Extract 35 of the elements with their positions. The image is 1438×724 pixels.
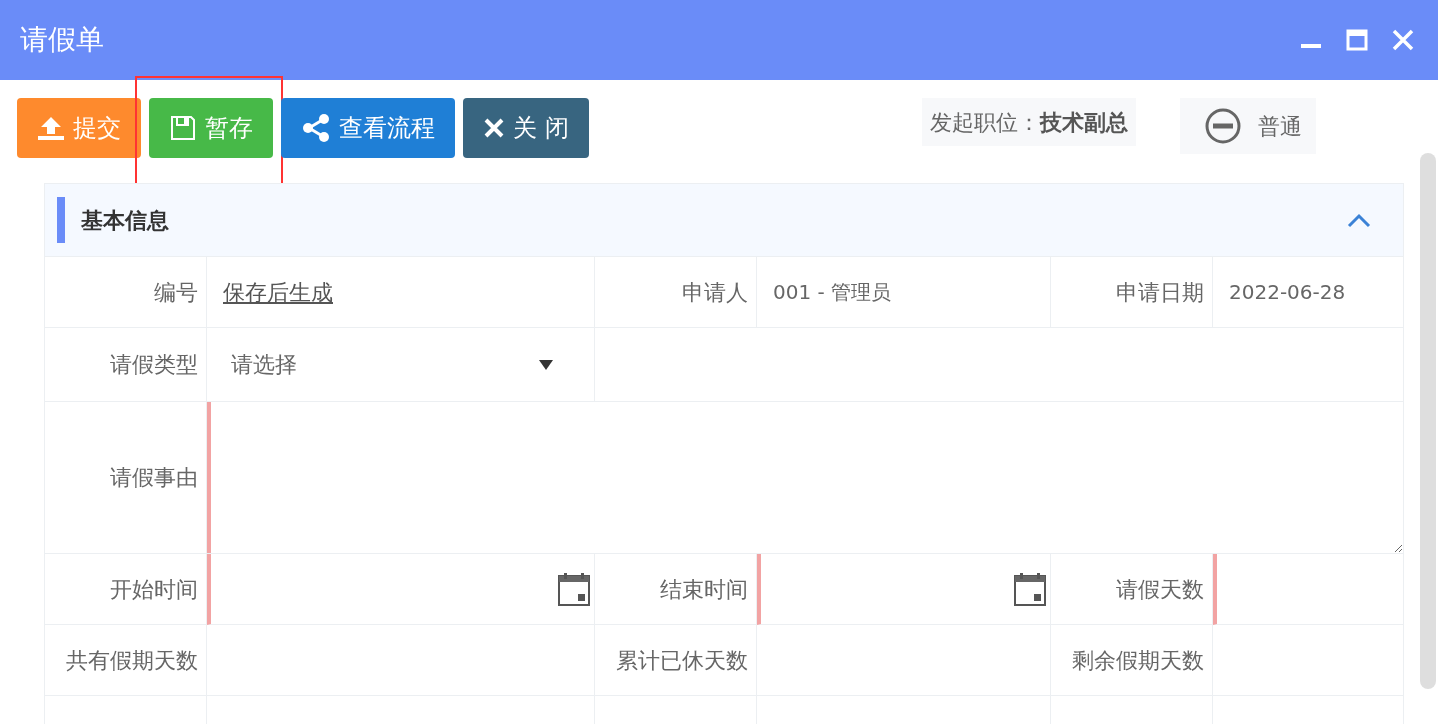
priority-label: 普通 [1258, 112, 1302, 141]
accent-bar [57, 197, 65, 243]
field-label: 请假事由 [45, 402, 207, 554]
flow-button[interactable]: 查看流程 [281, 98, 455, 158]
calendar-icon [558, 572, 590, 606]
field-label: 剩余假期天数 [1051, 625, 1213, 696]
value-field[interactable] [1213, 625, 1404, 696]
window-title: 请假单 [20, 22, 104, 58]
position-value: 技术副总 [1040, 108, 1128, 137]
value-field[interactable]: 2022-06-28 [1213, 257, 1404, 328]
chevron-up-icon[interactable] [1347, 212, 1371, 228]
field-label: 编号 [45, 257, 207, 328]
close-icon[interactable] [1392, 29, 1414, 51]
field-label: 开始时间 [45, 554, 207, 625]
value-field[interactable] [1213, 554, 1404, 625]
section-title: 基本信息 [81, 206, 169, 235]
serial-number-link[interactable]: 保存后生成 [223, 275, 333, 309]
field-label: 共有假期天数 [45, 625, 207, 696]
field-label: 申请人 [595, 257, 757, 328]
close-button[interactable]: 关 闭 [463, 98, 589, 158]
scrollbar-thumb[interactable] [1420, 153, 1436, 689]
field-label: 请假类型 [45, 328, 207, 402]
share-icon [301, 113, 331, 143]
close-icon [483, 117, 505, 139]
upload-icon [37, 115, 65, 141]
calendar-icon [1014, 572, 1046, 606]
minus-circle-icon [1204, 107, 1242, 145]
field-label: 结束时间 [595, 554, 757, 625]
field-label: 累计已休天数 [595, 625, 757, 696]
position-label: 发起职位： [930, 108, 1040, 137]
maximize-icon[interactable] [1346, 29, 1368, 51]
field-label: 请假天数 [1051, 554, 1213, 625]
section-header[interactable]: 基本信息 [45, 184, 1404, 257]
field-label: 申请日期 [1051, 257, 1213, 328]
dropdown-caret-icon [538, 358, 554, 371]
